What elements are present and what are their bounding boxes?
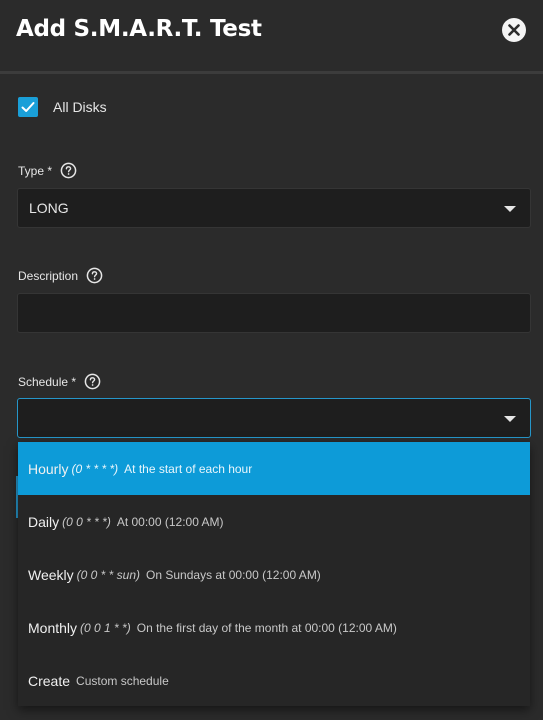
option-cron: (0 0 * * *) <box>62 514 111 529</box>
description-input[interactable] <box>17 293 531 333</box>
help-icon[interactable] <box>86 267 103 284</box>
option-description: At the start of each hour <box>124 461 253 476</box>
panel-header: Add S.M.A.R.T. Test <box>0 0 543 74</box>
schedule-label-row: Schedule * <box>18 373 101 390</box>
all-disks-label: All Disks <box>53 99 107 115</box>
chevron-down-icon <box>504 416 516 422</box>
option-name: Create <box>28 672 71 689</box>
option-daily[interactable]: Daily (0 0 * * *) At 00:00 (12:00 AM) <box>18 495 530 548</box>
description-label: Description <box>18 268 79 283</box>
option-name: Weekly <box>28 566 74 583</box>
type-label-row: Type * <box>18 162 77 179</box>
chevron-down-icon <box>504 206 516 212</box>
close-button[interactable] <box>502 18 526 42</box>
help-icon[interactable] <box>84 373 101 390</box>
option-monthly[interactable]: Monthly (0 0 1 * *) On the first day of … <box>18 601 530 654</box>
description-label-row: Description <box>18 267 103 284</box>
schedule-label: Schedule * <box>18 374 77 389</box>
schedule-select[interactable] <box>17 398 531 438</box>
option-description: On Sundays at 00:00 (12:00 AM) <box>146 567 321 582</box>
option-cron: (0 * * * *) <box>71 461 119 476</box>
schedule-dropdown: Hourly (0 * * * *) At the start of each … <box>18 442 530 706</box>
option-weekly[interactable]: Weekly (0 0 * * sun) On Sundays at 00:00… <box>18 548 530 601</box>
option-description: Custom schedule <box>76 673 169 688</box>
close-icon <box>508 24 520 36</box>
option-create[interactable]: Create Custom schedule <box>18 654 530 707</box>
option-cron: (0 0 * * sun) <box>76 567 141 582</box>
option-hourly[interactable]: Hourly (0 * * * *) At the start of each … <box>18 442 530 495</box>
checkbox-box[interactable] <box>18 97 38 117</box>
add-smart-test-panel: Add S.M.A.R.T. Test All Disks Type * LON… <box>0 0 543 720</box>
option-description: On the first day of the month at 00:00 (… <box>136 620 397 635</box>
option-name: Hourly <box>28 460 69 477</box>
option-description: At 00:00 (12:00 AM) <box>116 514 224 529</box>
option-name: Daily <box>28 513 60 530</box>
all-disks-checkbox[interactable]: All Disks <box>18 96 107 118</box>
option-name: Monthly <box>28 619 78 636</box>
type-label: Type * <box>18 163 53 178</box>
check-icon <box>21 102 35 112</box>
type-select-value: LONG <box>29 200 69 216</box>
option-cron: (0 0 1 * *) <box>80 620 131 635</box>
help-icon[interactable] <box>60 162 77 179</box>
page-title: Add S.M.A.R.T. Test <box>16 16 262 42</box>
type-select[interactable]: LONG <box>17 188 531 228</box>
